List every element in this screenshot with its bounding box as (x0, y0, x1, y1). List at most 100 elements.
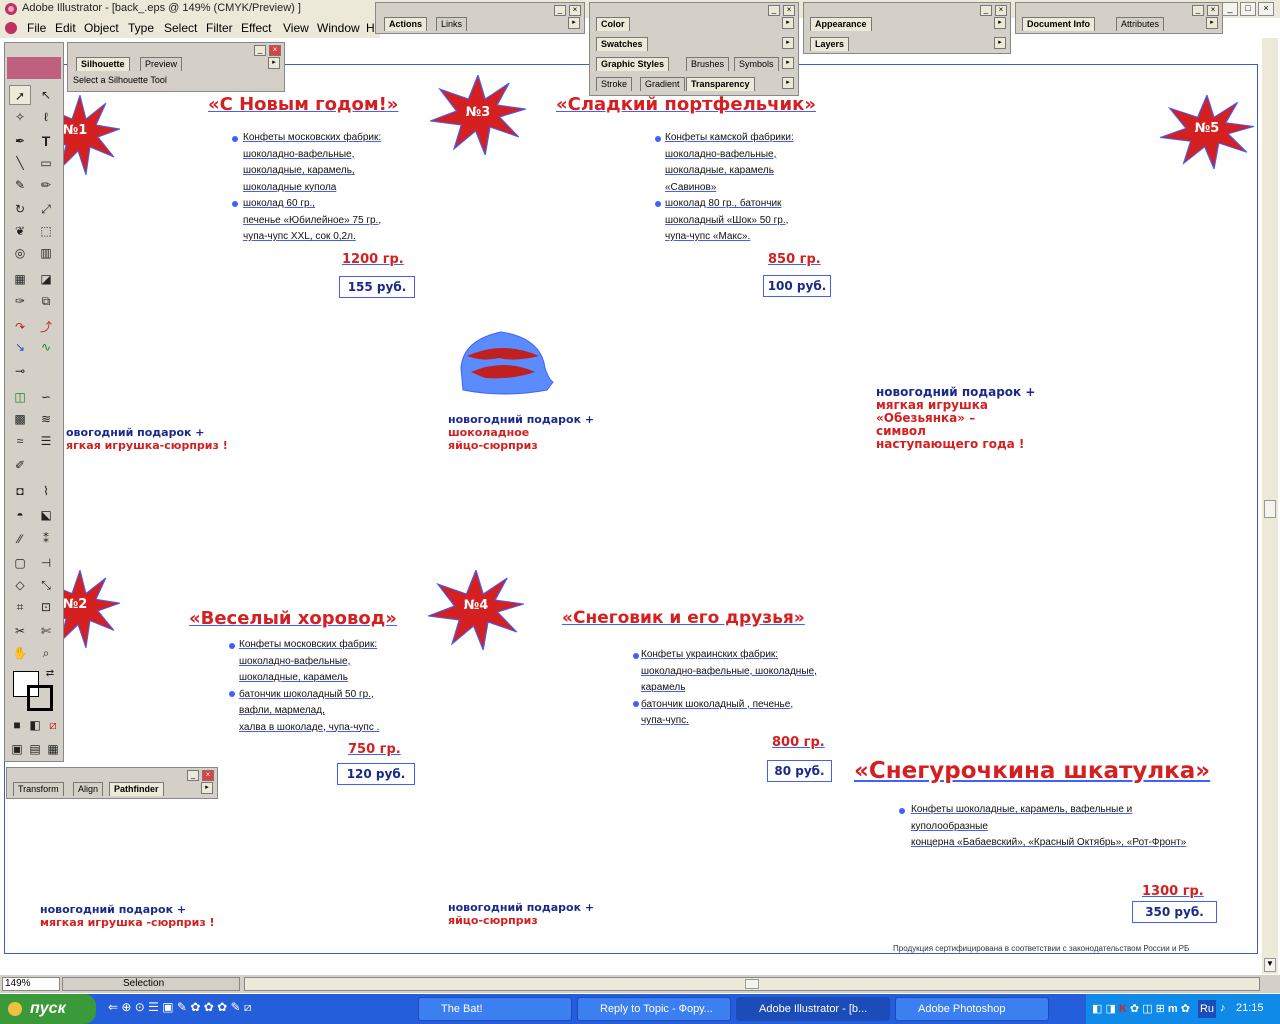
tab-stroke[interactable]: Stroke (596, 77, 633, 91)
task-illustrator[interactable]: Adobe Illustrator - [b... (736, 997, 890, 1021)
rect-frame-icon[interactable]: ▢ (9, 553, 31, 573)
tab-transparency[interactable]: Transparency (686, 77, 755, 91)
set-items-5[interactable]: Конфеты шоколадные, карамель, вафельные … (911, 802, 1186, 852)
menu-view[interactable]: View (283, 21, 309, 35)
tab-transform[interactable]: Transform (13, 782, 64, 796)
palette-menu-button[interactable]: ▸ (568, 17, 580, 29)
envelope-tool-icon[interactable]: ◫ (9, 387, 31, 407)
tab-graphic-styles[interactable]: Graphic Styles (596, 57, 670, 71)
hat-illustration[interactable] (455, 328, 555, 398)
twirl-tool-icon[interactable]: ≋ (35, 409, 57, 429)
task-photoshop[interactable]: Adobe Photoshop (895, 997, 1049, 1021)
palette-menu-button[interactable]: ▸ (1206, 17, 1218, 29)
set-weight-5[interactable]: 1300 гр. (1142, 884, 1204, 899)
task-the-bat[interactable]: The Bat! (418, 997, 572, 1021)
tray-icons[interactable]: ◧ ◨ K ✿ ◫ ⊞ m ✿ (1092, 1002, 1190, 1015)
horizontal-scrollbar[interactable] (244, 977, 1260, 991)
palette-minimize-button[interactable]: _ (187, 770, 199, 781)
palette-menu-button[interactable]: ▸ (782, 77, 794, 89)
palette-menu-button[interactable]: ▸ (201, 782, 213, 794)
palette-menu-button[interactable]: ▸ (782, 37, 794, 49)
close-button[interactable]: × (1258, 2, 1274, 16)
tab-symbols[interactable]: Symbols (734, 57, 779, 71)
vertical-scrollbar[interactable]: ▼ (1262, 38, 1278, 974)
menu-object[interactable]: Object (84, 21, 119, 35)
direct-selection-tool-icon[interactable]: ↖ (35, 85, 57, 105)
magic-wand-icon[interactable]: ✧ (9, 107, 31, 127)
set-weight-3[interactable]: 850 гр. (768, 252, 821, 267)
palette-close-button[interactable]: × (269, 45, 281, 56)
menu-select[interactable]: Select (164, 21, 197, 35)
paintbrush-icon[interactable]: ✎ (9, 175, 31, 195)
screen-mode-full-icon[interactable]: ▦ (45, 741, 61, 757)
tab-layers[interactable]: Layers (810, 37, 850, 51)
palette-menu-button[interactable]: ▸ (994, 37, 1006, 49)
arrange-tool-icon[interactable]: ⤡ (35, 575, 57, 595)
set-title-1[interactable]: «С Новым годом!» (208, 94, 398, 115)
pen-tool-icon[interactable]: ✒ (9, 131, 31, 151)
brush-tool-icon[interactable]: ⌇ (35, 481, 57, 501)
tab-color[interactable]: Color (596, 17, 630, 31)
set-items-3[interactable]: Конфеты камской фабрики: шоколадно-вафел… (665, 130, 794, 246)
tab-silhouette[interactable]: Silhouette (76, 57, 130, 71)
start-button[interactable]: пуск (0, 994, 96, 1024)
rotate-tool-icon[interactable]: ↻ (9, 199, 31, 219)
rectangle-tool-icon[interactable]: ▭ (35, 153, 57, 173)
zoom-field[interactable]: 149% (2, 977, 60, 991)
lasso-icon[interactable]: ℓ (35, 107, 57, 127)
palette-minimize-button[interactable]: _ (980, 5, 992, 16)
tab-document-info[interactable]: Document Info (1022, 17, 1095, 31)
menu-type[interactable]: Type (128, 21, 154, 35)
crop-tool-icon[interactable]: ⌗ (9, 597, 31, 617)
swap-colors-icon[interactable]: ⇄ (43, 667, 57, 681)
palette-menu-button[interactable]: ▸ (782, 17, 794, 29)
menu-filter[interactable]: Filter (206, 21, 233, 35)
trim-tool-icon[interactable]: ⊣ (35, 553, 57, 573)
menu-window[interactable]: Window (317, 21, 360, 35)
tab-pathfinder[interactable]: Pathfinder (109, 782, 164, 796)
shear-tool-icon[interactable]: ◓ (9, 505, 31, 525)
menu-edit[interactable]: Edit (55, 21, 76, 35)
mesh-tool-icon[interactable]: ▦ (9, 269, 31, 289)
selection-tool-icon[interactable]: ➚ (9, 85, 31, 105)
slice-tool-icon[interactable]: ✂ (9, 621, 31, 641)
set-title-4[interactable]: «Снеговик и его друзья» (562, 608, 805, 628)
symbol-sprayer-icon[interactable]: ◎ (9, 243, 31, 263)
palette-close-button[interactable]: × (202, 770, 214, 781)
curve-tool-icon[interactable]: ∽ (35, 387, 57, 407)
silhouette-tool-icon[interactable]: ↷ (9, 317, 31, 337)
gift-text-monkey[interactable]: новогодний подарок + мягкая игрушка «Обе… (876, 386, 1035, 451)
palette-minimize-button[interactable]: _ (254, 45, 266, 56)
stars-tool-icon[interactable]: ⁑ (35, 529, 57, 549)
free-transform-icon[interactable]: ⬚ (35, 221, 57, 241)
scroll-thumb[interactable] (745, 979, 759, 989)
zoom-tool-icon[interactable]: ⌕ (35, 643, 57, 663)
scroll-down-button[interactable]: ▼ (1264, 958, 1276, 972)
polygon-tool-icon[interactable]: ◇ (9, 575, 31, 595)
volume-icon[interactable]: ♪ (1220, 1002, 1226, 1014)
align-tool-icon[interactable]: ☰ (35, 431, 57, 451)
screen-mode-standard-icon[interactable]: ▣ (9, 741, 25, 757)
quick-launch-icons[interactable]: ⇐ ⊕ ⊙ ☰ ▣ ✎ ✿ ✿ ✿ ✎ ⧄ (108, 1000, 408, 1018)
palette-menu-button[interactable]: ▸ (268, 57, 280, 69)
line-tool-icon[interactable]: ╲ (9, 153, 31, 173)
set-items-4[interactable]: Конфеты украинских фабрик: шоколадно-ваф… (641, 647, 817, 730)
gift-text-egg-2[interactable]: новогодний подарок + яйцо-сюрприз (448, 901, 594, 927)
maximize-button[interactable]: □ (1240, 2, 1256, 16)
palette-close-button[interactable]: × (1207, 5, 1219, 16)
palette-menu-button[interactable]: ▸ (994, 17, 1006, 29)
graph-tool-icon[interactable]: ▥ (35, 243, 57, 263)
type-tool-icon[interactable]: T (35, 131, 57, 151)
eyedropper-icon[interactable]: ✑ (9, 291, 31, 311)
certification-footnote[interactable]: Продукция сертифицирована в соответствии… (893, 944, 1223, 954)
status-mode-select[interactable]: Selection (62, 977, 240, 991)
minimize-button[interactable]: _ (1222, 2, 1238, 16)
stroke-swatch[interactable] (27, 685, 53, 711)
set-price-5[interactable]: 350 руб. (1132, 901, 1217, 923)
zigzag-tool-icon[interactable]: ≈ (9, 431, 31, 451)
tab-appearance[interactable]: Appearance (810, 17, 872, 31)
grid-tool-icon[interactable]: ▩ (9, 409, 31, 429)
tab-preview[interactable]: Preview (140, 57, 183, 71)
tab-align[interactable]: Align (73, 782, 104, 796)
palette-minimize-button[interactable]: _ (768, 5, 780, 16)
